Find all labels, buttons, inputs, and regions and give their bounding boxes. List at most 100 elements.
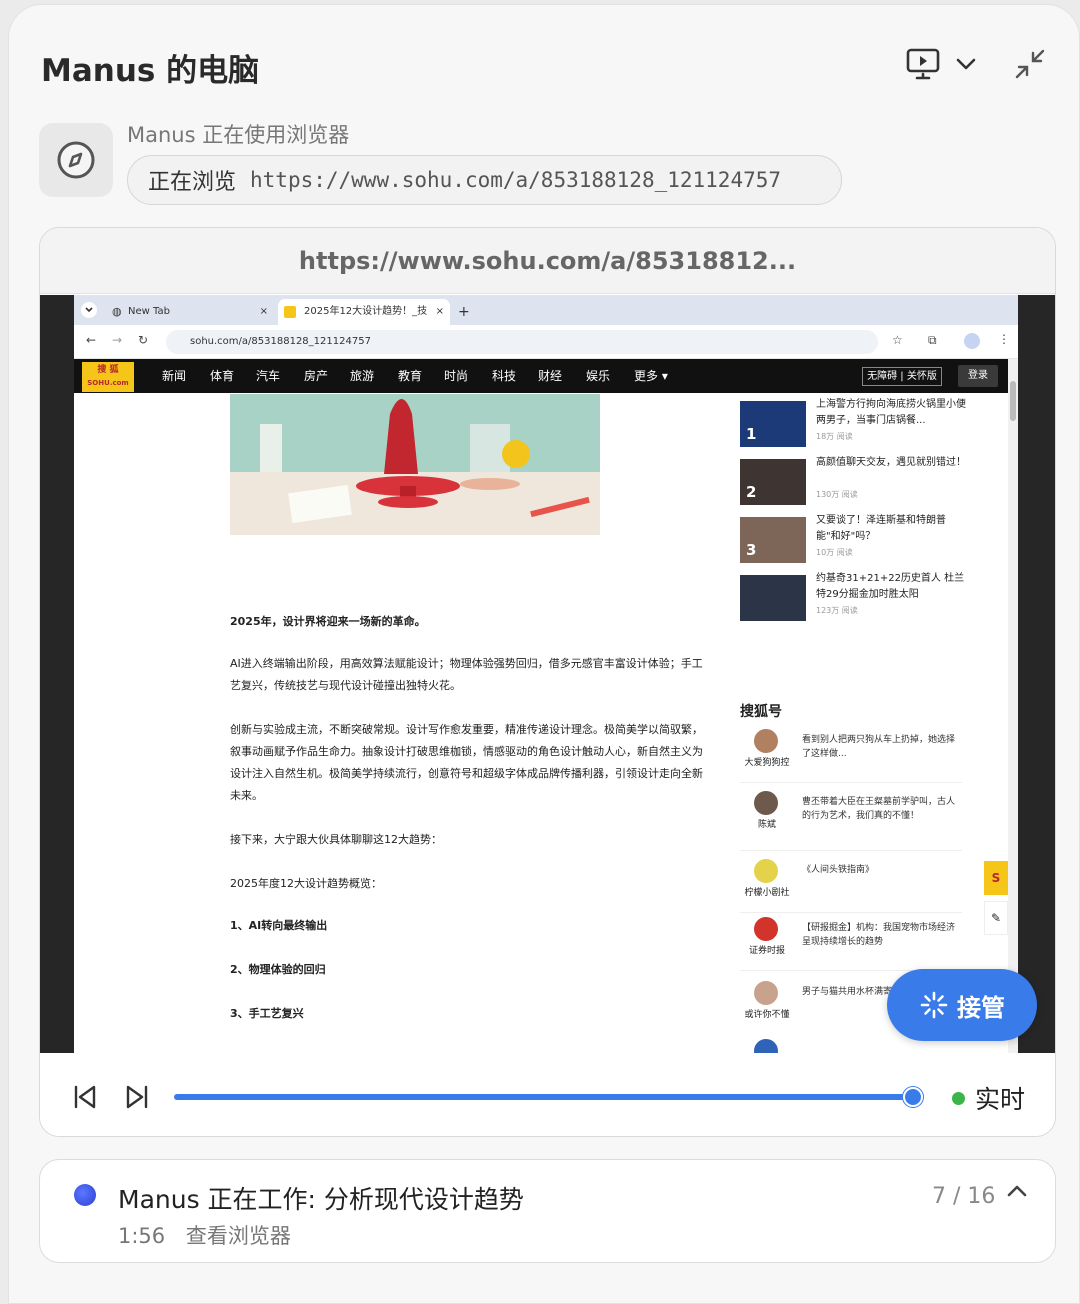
nav-item[interactable]: 科技 <box>492 359 516 393</box>
nav-item[interactable]: 房产 <box>304 359 328 393</box>
logo-subtext: SOHU.com <box>87 379 129 387</box>
post-text: 看到别人把两只狗从车上扔掉，她选择了这样做... <box>802 735 956 759</box>
browsing-url: https://www.sohu.com/a/853188128_1211247… <box>250 168 782 192</box>
star-icon[interactable]: ☆ <box>892 333 903 347</box>
browser-screenshot: ◍ New Tab × 2025年12大设计趋势！_技 × + ← → ↻ so… <box>40 295 1055 1053</box>
ranking-item[interactable]: 2 高颜值聊天交友，遇见就别错过！ 130万 阅读 <box>740 457 966 507</box>
extension-icon[interactable]: ⧉ <box>928 333 937 348</box>
ranking-item[interactable]: 3 又要谈了！泽连斯基和特朗普能"和好"吗？ 10万 阅读 <box>740 515 965 565</box>
post-text: 【研报掘金】机构：我国宠物市场经济呈现持续增长的趋势 <box>802 923 956 947</box>
profile-icon[interactable] <box>964 333 980 349</box>
sohu-logo[interactable]: 搜 狐 SOHU.com <box>82 362 134 392</box>
sohu-hao-heading: 搜狐号 <box>740 704 782 720</box>
ranking-reads: 130万 阅读 <box>816 490 858 499</box>
takeover-button[interactable]: 接管 <box>887 969 1037 1041</box>
nav-item-more[interactable]: 更多 ▾ <box>634 359 668 393</box>
task-status-subline: 1:56 查看浏览器 <box>118 1220 291 1250</box>
takeover-label: 接管 <box>957 993 1005 1022</box>
tab-new-tab[interactable]: ◍ New Tab × <box>108 299 276 325</box>
tool-status-label: Manus 正在使用浏览器 <box>127 123 350 147</box>
post-text: 曹丕带着大臣在王粲墓前学驴叫，古人的行为艺术，我们真的不懂！ <box>802 797 956 821</box>
site-nav: 搜 狐 SOHU.com 新闻 体育 汽车 房产 旅游 教育 时尚 科技 财经 … <box>74 359 1018 393</box>
login-button[interactable]: 登录 <box>958 365 998 387</box>
chevron-up-icon[interactable] <box>1006 1184 1028 1198</box>
computer-panel: Manus 的电脑 Manus 正在使用浏览器 正在浏览 https://www… <box>8 4 1080 1304</box>
scrollbar-thumb[interactable] <box>1010 381 1016 421</box>
monitor-icon[interactable] <box>905 47 941 81</box>
nav-item[interactable]: 汽车 <box>256 359 280 393</box>
avatar <box>754 859 778 883</box>
close-icon[interactable]: × <box>260 299 268 325</box>
avatar <box>754 729 778 753</box>
viewer-url: https://www.sohu.com/a/85318812... <box>40 228 1055 294</box>
ranking-reads: 10万 阅读 <box>816 548 853 557</box>
sohu-hao-item[interactable]: 证券时报 【研报掘金】机构：我国宠物市场经济呈现持续增长的趋势 <box>740 915 962 971</box>
nav-item[interactable]: 财经 <box>538 359 562 393</box>
hero-illustration <box>230 394 600 535</box>
globe-icon: ◍ <box>112 305 122 318</box>
ranking-title: 又要谈了！泽连斯基和特朗普能"和好"吗？ <box>816 515 946 542</box>
ranking-title: 上海警方行拘向海底捞火锅里小便两男子，当事门店锅餐... <box>816 399 966 426</box>
accessibility-button[interactable]: 无障碍 | 关怀版 <box>862 367 942 386</box>
close-icon[interactable]: × <box>436 299 444 325</box>
article-paragraph: 创新与实验成主流，不断突破常规。设计写作愈发重要，精准传递设计理念。极简美学以简… <box>230 723 703 802</box>
reload-icon[interactable]: ↻ <box>138 333 148 347</box>
avatar <box>754 981 778 1005</box>
task-status-card[interactable]: Manus 正在工作: 分析现代设计趋势 1:56 查看浏览器 7 / 16 <box>39 1159 1056 1263</box>
ranking-reads: 18万 阅读 <box>816 432 853 441</box>
tab-label: New Tab <box>128 306 170 317</box>
elapsed-time: 1:56 <box>118 1224 166 1248</box>
browser-window: ◍ New Tab × 2025年12大设计趋势！_技 × + ← → ↻ so… <box>74 295 1018 1053</box>
progress-fill <box>174 1094 913 1100</box>
author-name: 大爱狗狗控 <box>744 758 790 768</box>
view-browser-link[interactable]: 查看浏览器 <box>186 1224 291 1248</box>
nav-item[interactable]: 旅游 <box>350 359 374 393</box>
nav-item[interactable]: 新闻 <box>162 359 186 393</box>
task-status-title: Manus 正在工作: 分析现代设计趋势 <box>118 1185 524 1214</box>
article-hero-image <box>230 394 600 535</box>
nav-item[interactable]: 教育 <box>398 359 422 393</box>
live-label: 实时 <box>975 1085 1026 1114</box>
ranking-item[interactable]: 约基奇31+21+22历史首人 杜兰特29分掘金加时胜太阳 123万 阅读 <box>740 573 965 623</box>
sohu-hao-item[interactable]: 大爱狗狗控 看到别人把两只狗从车上扔掉，她选择了这样做... <box>740 727 962 783</box>
article-lead: 2025年，设计界将迎来一场新的革命。 <box>230 615 426 628</box>
author-name: 证券时报 <box>748 946 785 956</box>
new-tab-plus-icon[interactable]: + <box>458 299 470 325</box>
progress-handle[interactable] <box>902 1087 923 1107</box>
tab-list-icon[interactable] <box>80 301 98 319</box>
skip-forward-icon[interactable] <box>124 1084 150 1110</box>
menu-icon[interactable]: ⋮ <box>998 332 1010 346</box>
sohu-float-icon[interactable]: S <box>984 861 1008 895</box>
progress-track[interactable] <box>174 1087 923 1107</box>
panel-title: Manus 的电脑 <box>41 53 260 89</box>
collapse-icon[interactable] <box>1013 47 1047 81</box>
step-counter: 7 / 16 <box>932 1184 996 1209</box>
working-indicator-icon <box>74 1184 96 1206</box>
trend-item: 1、AI转向最终输出 <box>230 919 328 932</box>
ranking-number: 3 <box>746 541 757 559</box>
article-paragraph: 2025年度12大设计趋势概览： <box>230 877 382 890</box>
sohu-hao-item[interactable]: 柠檬小剧社 《人间头铁指南》 <box>740 857 962 913</box>
nav-item[interactable]: 娱乐 <box>586 359 610 393</box>
address-row: ← → ↻ sohu.com/a/853188128_121124757 ☆ ⧉… <box>74 325 1018 359</box>
chevron-down-icon[interactable] <box>955 57 977 71</box>
nav-item[interactable]: 体育 <box>210 359 234 393</box>
page-scrollbar[interactable] <box>1008 359 1018 1053</box>
author-name: 或许你不懂 <box>744 1010 790 1020</box>
ranking-item[interactable]: 1 上海警方行拘向海底捞火锅里小便两男子，当事门店锅餐... 18万 阅读 <box>740 399 966 449</box>
edit-icon[interactable]: ✎ <box>984 901 1008 935</box>
skip-back-icon[interactable] <box>72 1084 98 1110</box>
forward-icon[interactable]: → <box>112 333 122 347</box>
browsing-label: 正在浏览 <box>148 170 237 195</box>
live-indicator[interactable]: 实时 <box>952 1080 1025 1116</box>
avatar <box>754 1039 778 1053</box>
logo-text: 搜 狐 <box>97 365 119 375</box>
back-icon[interactable]: ← <box>86 333 96 347</box>
tab-article[interactable]: 2025年12大设计趋势！_技 × <box>278 299 450 325</box>
post-text: 《人间头铁指南》 <box>802 865 875 875</box>
address-bar[interactable]: sohu.com/a/853188128_121124757 <box>166 330 878 354</box>
ranking-number: 1 <box>746 425 757 443</box>
sohu-hao-item[interactable]: 陈斌 曹丕带着大臣在王粲墓前学驴叫，古人的行为艺术，我们真的不懂！ <box>740 789 962 851</box>
playback-controls: 实时 <box>40 1054 1055 1136</box>
nav-item[interactable]: 时尚 <box>444 359 468 393</box>
